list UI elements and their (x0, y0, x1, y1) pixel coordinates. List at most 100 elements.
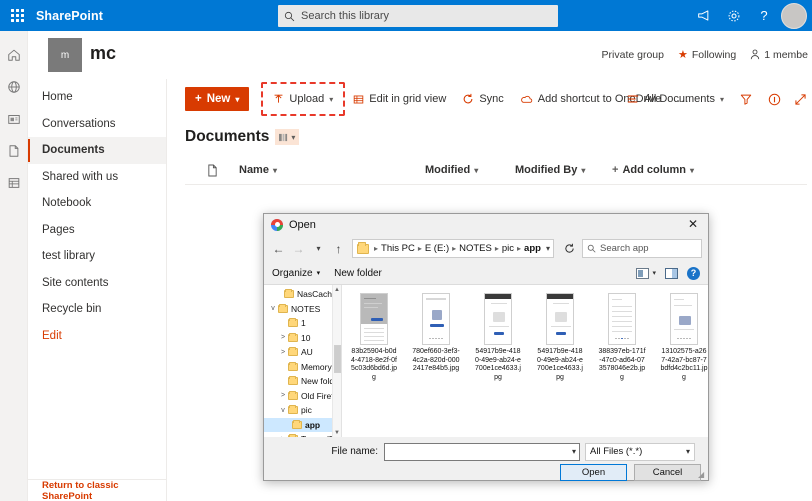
breadcrumb-sep: ▸ (418, 244, 422, 253)
sharepoint-brand[interactable]: SharePoint (36, 9, 103, 23)
return-to-classic-link[interactable]: Return to classic SharePoint (28, 479, 167, 501)
resize-grip[interactable]: ◢ (698, 471, 706, 479)
list-icon[interactable] (0, 167, 28, 199)
home-icon[interactable] (0, 39, 28, 71)
forward-icon[interactable]: → (290, 239, 307, 259)
sidebar-item-documents[interactable]: Documents (28, 137, 166, 164)
help-icon[interactable]: ? (749, 0, 779, 31)
upload-button[interactable]: Upload ▾ (269, 86, 337, 112)
organize-button[interactable]: Organize ▾ (272, 268, 320, 279)
breadcrumb-sep: ▸ (495, 244, 499, 253)
close-icon[interactable]: ✕ (680, 214, 706, 234)
expander-icon[interactable]: v (268, 305, 278, 312)
file-item[interactable]: 54917b9e-4180-49e9-ab24-e700e1ce4633.jpg (536, 293, 584, 382)
scroll-up-icon[interactable]: ▲ (333, 285, 341, 294)
sidebar-item-shared-with-us[interactable]: Shared with us (28, 164, 166, 191)
gear-icon[interactable] (719, 0, 749, 31)
chevron-down-icon[interactable]: ▾ (572, 447, 576, 456)
dialog-search-input[interactable]: Search app (582, 239, 702, 258)
recent-locations-icon[interactable]: ▾ (310, 239, 327, 259)
file-item[interactable]: 83b25904-b0d4-4718-8e2f-0f5c03d6bd6d.jpg (350, 293, 398, 382)
tree-item[interactable]: v pic (264, 403, 341, 418)
chevron-down-icon[interactable]: ▾ (686, 447, 690, 456)
column-label: Modified (425, 164, 470, 176)
tree-item[interactable]: v NOTES (264, 302, 341, 317)
sidebar-item-pages[interactable]: Pages (28, 217, 166, 244)
sidebar-item-edit[interactable]: Edit (28, 323, 166, 350)
column-header-name[interactable]: Name ▾ (239, 164, 425, 176)
breadcrumb[interactable]: ▸ This PC ▸ E (E:) ▸ NOTES ▸ pic ▸ app ▾ (352, 239, 554, 258)
tree-item[interactable]: Memory (264, 360, 341, 375)
sidebar-item-recycle-bin[interactable]: Recycle bin (28, 296, 166, 323)
back-icon[interactable]: ← (270, 239, 287, 259)
open-button[interactable]: Open (560, 464, 627, 481)
breadcrumb-item-4[interactable]: app (524, 243, 541, 254)
chevron-down-icon: ▾ (720, 95, 724, 104)
tree-item[interactable]: New folder (264, 374, 341, 389)
file-item[interactable]: 13102575-a267-42a7-bc87-7bdfd4c2bc11.jpg (660, 293, 708, 382)
news-icon[interactable] (0, 103, 28, 135)
globe-icon[interactable] (0, 71, 28, 103)
tree-item[interactable]: 1 (264, 316, 341, 331)
tree-item[interactable]: > 10 (264, 331, 341, 346)
sidebar-item-notebook[interactable]: Notebook (28, 190, 166, 217)
following-button[interactable]: ★ Following (678, 48, 736, 61)
filter-icon (740, 93, 752, 105)
help-icon[interactable]: ? (687, 267, 700, 280)
chevron-down-icon[interactable]: ▾ (652, 269, 656, 277)
preview-pane-icon[interactable] (665, 268, 678, 279)
sidebar-item-site-contents[interactable]: Site contents (28, 270, 166, 297)
view-options-icon[interactable] (636, 268, 649, 279)
file-type-select[interactable]: All Files (*.*) ▾ (585, 443, 695, 461)
avatar[interactable] (781, 3, 807, 29)
app-launcher-icon[interactable] (0, 0, 34, 31)
breadcrumb-item-3[interactable]: pic (502, 243, 514, 254)
dialog-titlebar[interactable]: Open ✕ (264, 214, 708, 235)
file-list-pane[interactable]: 83b25904-b0d4-4718-8e2f-0f5c03d6bd6d.jpg… (342, 285, 708, 437)
tree-scrollbar[interactable]: ▲ ▼ (332, 285, 341, 437)
expander-icon[interactable]: > (278, 334, 288, 341)
file-item[interactable]: 780ef660-3ef3-4c2a-820d-0002417e84b5.jpg (412, 293, 460, 382)
sidebar-item-conversations[interactable]: Conversations (28, 111, 166, 138)
documents-title: Documents (185, 128, 269, 146)
new-button[interactable]: + New ▾ (185, 87, 249, 111)
view-selector-button[interactable]: All Documents ▾ (619, 86, 732, 112)
edit-in-grid-view-button[interactable]: Edit in grid view (345, 86, 454, 112)
scrollbar-thumb[interactable] (334, 345, 341, 373)
info-button[interactable] (760, 86, 789, 112)
sidebar-item-home[interactable]: Home (28, 84, 166, 111)
expander-icon[interactable]: > (278, 349, 288, 356)
file-type-column-icon[interactable] (185, 164, 239, 177)
chevron-down-icon[interactable]: ▾ (541, 244, 555, 253)
sync-button[interactable]: Sync (454, 86, 511, 112)
tree-item-label: 1 (301, 318, 306, 328)
up-icon[interactable]: ↑ (330, 239, 347, 259)
breadcrumb-item-2[interactable]: NOTES (459, 243, 492, 254)
breadcrumb-item-0[interactable]: This PC (381, 243, 415, 254)
cancel-button[interactable]: Cancel (634, 464, 701, 481)
library-view-pill[interactable]: ▾ (275, 129, 299, 145)
column-header-modified[interactable]: Modified ▾ (425, 164, 515, 176)
tree-item[interactable]: > AU (264, 345, 341, 360)
members-button[interactable]: 1 membe (750, 49, 808, 61)
expand-button[interactable] (789, 86, 812, 112)
filter-button[interactable] (732, 86, 760, 112)
sidebar-item-test-library[interactable]: test library (28, 243, 166, 270)
expander-icon[interactable]: v (278, 407, 288, 414)
column-header-modified-by[interactable]: Modified By ▾ (515, 164, 612, 176)
refresh-icon[interactable] (559, 239, 579, 259)
breadcrumb-item-1[interactable]: E (E:) (425, 243, 449, 254)
tree-item[interactable]: NasCacheDire (264, 287, 341, 302)
expander-icon[interactable]: > (278, 392, 288, 399)
tree-item[interactable]: > Old Firefox D (264, 389, 341, 404)
scroll-down-icon[interactable]: ▼ (333, 428, 341, 437)
search-input[interactable]: Search this library (278, 5, 558, 27)
tree-item-selected[interactable]: app (264, 418, 341, 433)
document-icon[interactable] (0, 135, 28, 167)
file-item[interactable]: 54917b9e-4180-49e9-ab24-e700e1ce4633.jpg (474, 293, 522, 382)
filename-input[interactable]: ▾ (384, 443, 580, 461)
add-column-button[interactable]: + Add column ▾ (612, 164, 694, 176)
file-item[interactable]: 388397eb-171f-47c0-ad64-073578046e2b.jpg (598, 293, 646, 382)
new-folder-button[interactable]: New folder (334, 268, 382, 279)
megaphone-icon[interactable] (689, 0, 719, 31)
